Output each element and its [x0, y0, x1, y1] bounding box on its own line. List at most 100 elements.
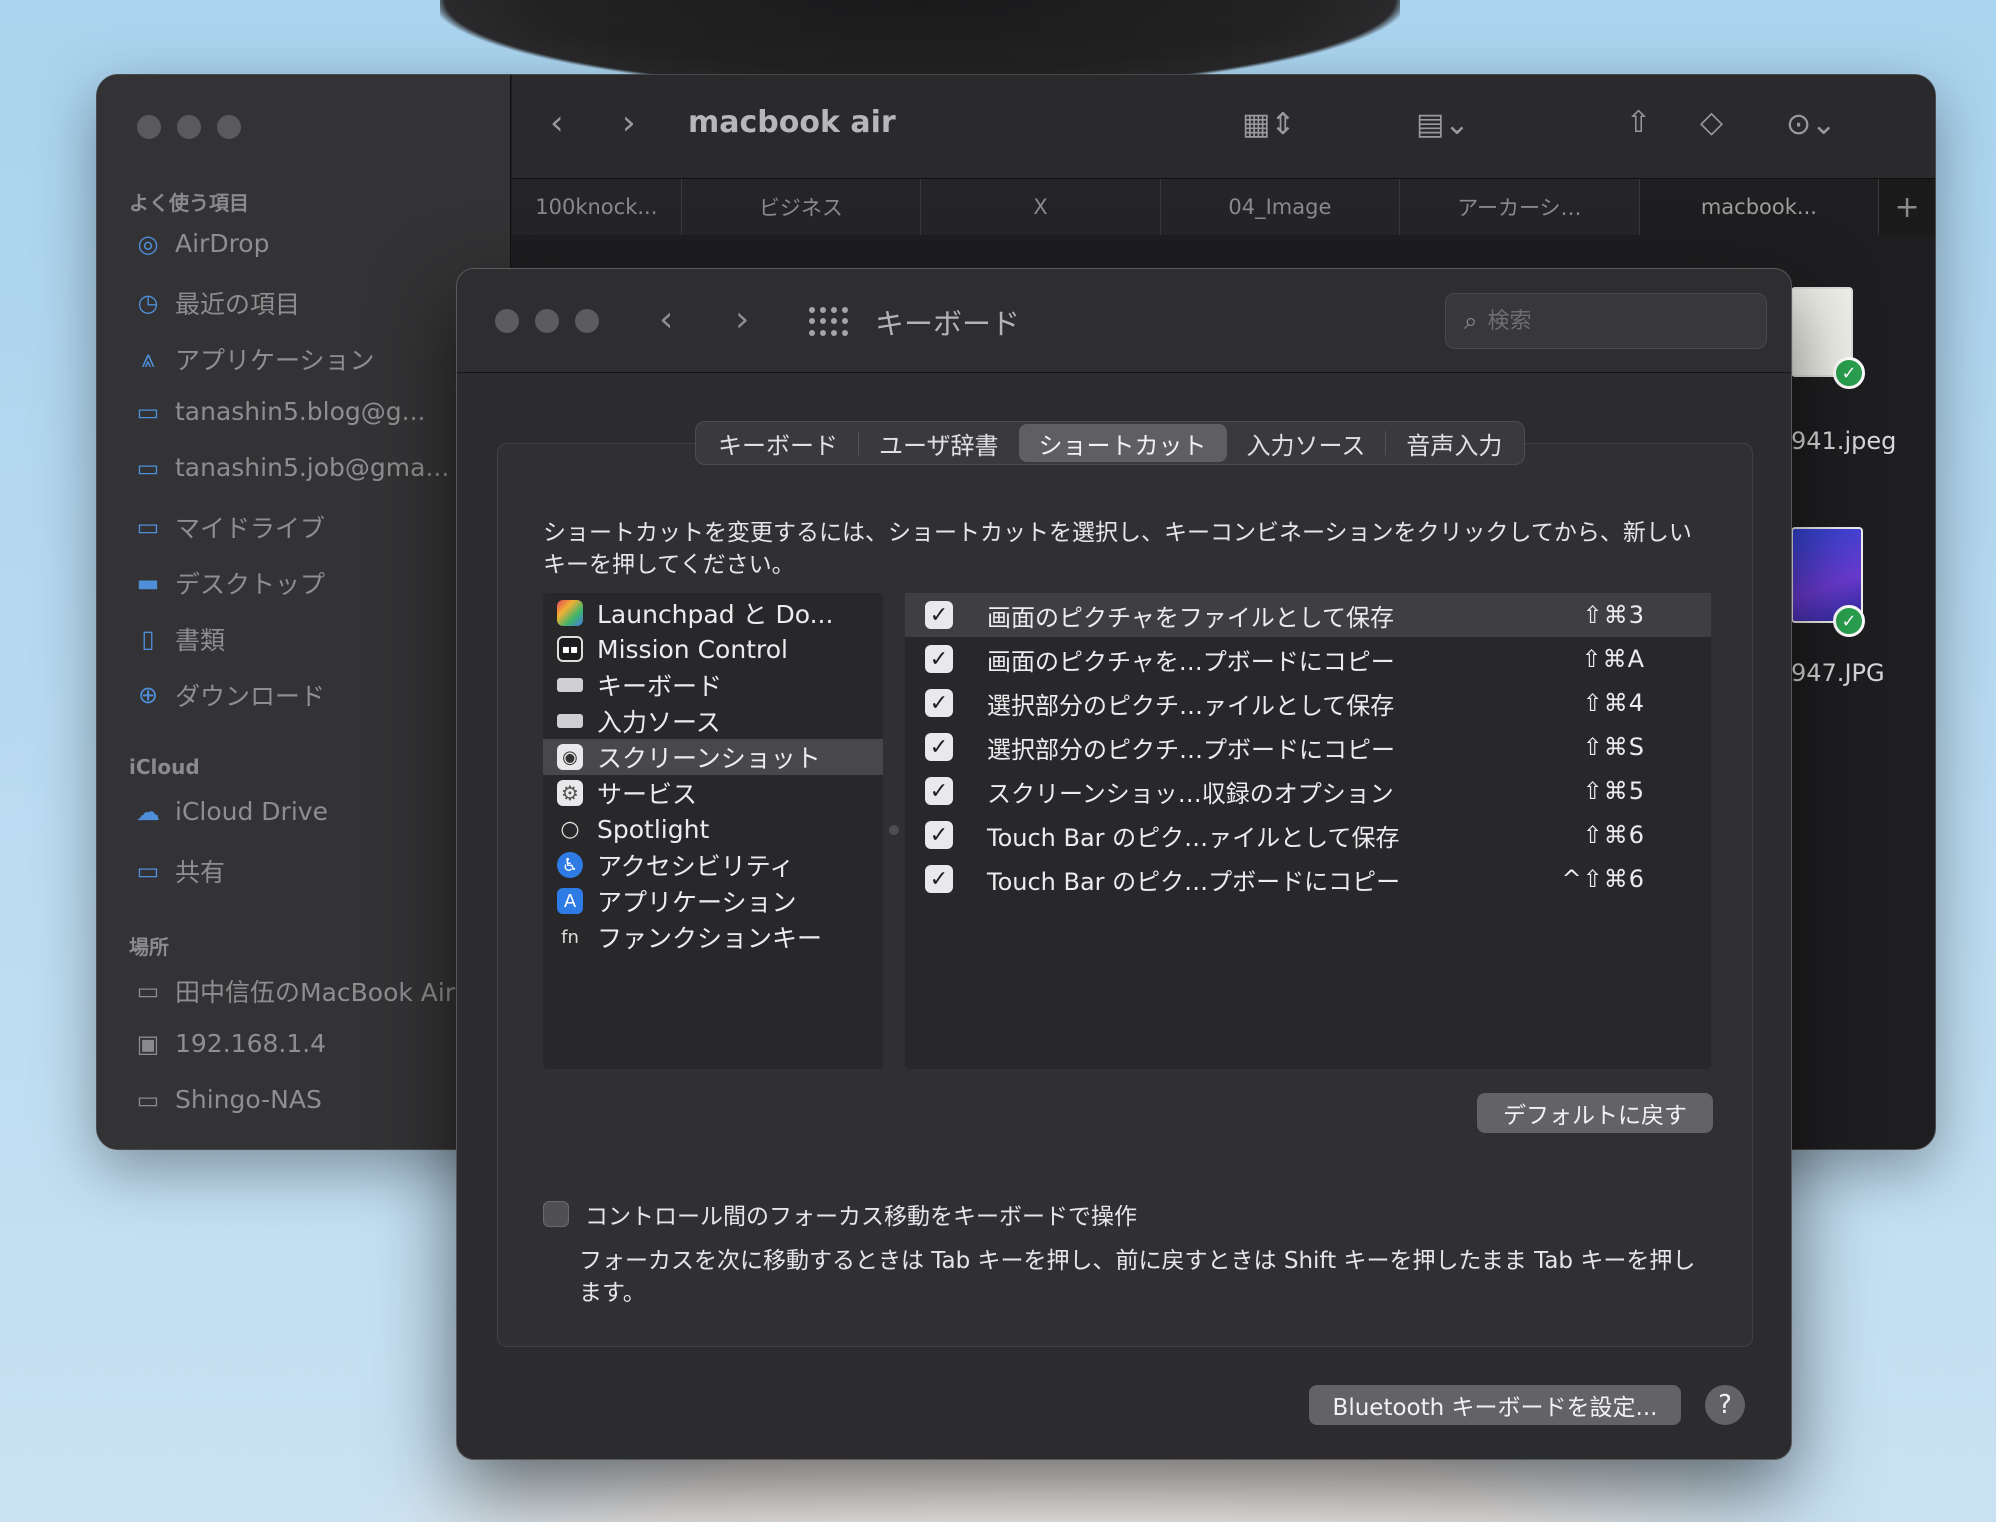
shortcut-name: 画面のピクチャをファイルとして保存: [987, 603, 1395, 632]
shortcut-row[interactable]: ✓ 画面のピクチャをファイルとして保存 ⇧⌘3: [905, 593, 1711, 637]
tab-dictation[interactable]: 音声入力: [1386, 424, 1522, 462]
finder-toolbar: ‹ › macbook air ▦⇕ ▤⌄ ⇧ ◇ ⊙⌄ ⌕: [512, 75, 1935, 179]
view-grid-icon[interactable]: ▦⇕: [1242, 107, 1295, 142]
category-services[interactable]: ⚙ サービス: [543, 775, 883, 811]
sidebar-item-my-drive[interactable]: ▭ マイドライブ: [133, 509, 503, 545]
sidebar-item-nas[interactable]: ▭ Shingo-NAS: [133, 1085, 503, 1114]
sidebar-item-desktop[interactable]: ▬ デスクトップ: [133, 565, 503, 601]
folder-icon: ▭: [136, 453, 160, 482]
file-name[interactable]: 947.JPG: [1791, 659, 1885, 687]
shortcut-row[interactable]: ✓ 選択部分のピクチ…プボードにコピー ⇧⌘S: [905, 725, 1711, 769]
shortcut-keys[interactable]: ⇧⌘3: [1583, 601, 1645, 629]
shortcut-checkbox[interactable]: ✓: [925, 865, 953, 893]
shortcut-keys[interactable]: ⇧⌘S: [1583, 733, 1645, 761]
category-label: キーボード: [597, 672, 723, 701]
finder-tab[interactable]: 04_Image: [1160, 179, 1401, 235]
back-button[interactable]: ‹: [550, 103, 564, 143]
sidebar-item-server[interactable]: ▣ 192.168.1.4 ⏏: [133, 1029, 503, 1058]
finder-tab[interactable]: X: [921, 179, 1161, 235]
sidebar-item-downloads[interactable]: ⊕ ダウンロード: [133, 677, 503, 713]
minimize-button[interactable]: [177, 115, 201, 139]
shortcut-checkbox[interactable]: ✓: [925, 777, 953, 805]
tab-keyboard[interactable]: キーボード: [698, 424, 858, 462]
shortcut-row[interactable]: ✓ Touch Bar のピク…プボードにコピー ^⇧⌘6: [905, 857, 1711, 901]
close-button[interactable]: [495, 309, 519, 333]
fn-icon: fn: [561, 926, 579, 948]
category-label: スクリーンショット: [597, 744, 821, 773]
download-icon: ⊕: [137, 681, 159, 709]
share-icon[interactable]: ⇧: [1626, 105, 1651, 140]
sidebar-item-documents[interactable]: ▯ 書類: [133, 621, 503, 657]
finder-tab-active[interactable]: macbook...: [1639, 179, 1880, 235]
category-input-sources[interactable]: 入力ソース: [543, 703, 883, 739]
close-button[interactable]: [137, 115, 161, 139]
category-keyboard[interactable]: キーボード: [543, 667, 883, 703]
shortcut-name: Touch Bar のピク…ァイルとして保存: [987, 823, 1400, 852]
back-button[interactable]: ‹: [659, 299, 673, 340]
shortcut-keys[interactable]: ⇧⌘4: [1583, 689, 1645, 717]
tab-user-dictionary[interactable]: ユーザ辞書: [859, 424, 1019, 462]
shortcut-keys[interactable]: ⇧⌘A: [1581, 645, 1645, 673]
forward-button[interactable]: ›: [735, 299, 749, 340]
file-name[interactable]: 941.jpeg: [1791, 427, 1896, 455]
category-launchpad[interactable]: Launchpad と Do...: [543, 595, 883, 631]
forward-button[interactable]: ›: [622, 103, 636, 143]
category-label: サービス: [597, 780, 698, 809]
list-splitter-handle[interactable]: [889, 825, 899, 835]
airdrop-icon: ◎: [137, 229, 159, 258]
category-mission-control[interactable]: ▪▪ Mission Control: [543, 631, 883, 667]
show-all-grid-icon[interactable]: [809, 307, 848, 337]
sidebar-item-shared[interactable]: ▭ 共有: [133, 853, 503, 889]
setup-bluetooth-keyboard-button[interactable]: Bluetooth キーボードを設定...: [1309, 1385, 1681, 1425]
finder-tab[interactable]: ビジネス: [681, 179, 922, 235]
tab-shortcuts[interactable]: ショートカット: [1018, 424, 1227, 462]
sidebar-item-icloud-drive[interactable]: ☁ iCloud Drive: [133, 797, 503, 826]
search-field[interactable]: ⌕: [1445, 293, 1767, 349]
category-spotlight[interactable]: ○ Spotlight: [543, 811, 883, 847]
finder-tab-bar: 100knock... ビジネス X 04_Image アーカーシ… macbo…: [512, 179, 1935, 235]
cloud-icon: ☁: [136, 797, 160, 826]
sidebar-item-macbook[interactable]: ▭ 田中信伍のMacBook Air: [133, 973, 503, 1009]
category-label: Mission Control: [597, 634, 788, 664]
sidebar-item-applications[interactable]: ⩓ アプリケーション: [133, 341, 503, 377]
category-screenshots[interactable]: ◉ スクリーンショット: [543, 739, 883, 775]
shortcut-keys[interactable]: ^⇧⌘6: [1562, 865, 1646, 893]
sidebar-item-label: 最近の項目: [175, 290, 301, 319]
shortcut-checkbox[interactable]: ✓: [925, 601, 953, 629]
keyboard-navigation-checkbox[interactable]: [543, 1201, 569, 1227]
sidebar-item-job-drive[interactable]: ▭ tanashin5.job@gma... ⏏: [133, 453, 503, 482]
sidebar-item-airdrop[interactable]: ◎ AirDrop: [133, 229, 503, 258]
shortcut-keys[interactable]: ⇧⌘5: [1583, 777, 1645, 805]
sidebar-item-label: 書類: [175, 626, 226, 655]
launchpad-icon: [557, 600, 583, 626]
shortcut-checkbox[interactable]: ✓: [925, 689, 953, 717]
shortcut-row[interactable]: ✓ Touch Bar のピク…ァイルとして保存 ⇧⌘6: [905, 813, 1711, 857]
help-button[interactable]: ?: [1705, 1385, 1745, 1425]
sidebar-item-recents[interactable]: ◷ 最近の項目: [133, 285, 503, 321]
more-actions-icon[interactable]: ⊙⌄: [1786, 107, 1836, 142]
category-app-shortcuts[interactable]: A アプリケーション: [543, 883, 883, 919]
minimize-button[interactable]: [535, 309, 559, 333]
shortcut-keys[interactable]: ⇧⌘6: [1583, 821, 1645, 849]
shortcut-row[interactable]: ✓ 選択部分のピクチ…ァイルとして保存 ⇧⌘4: [905, 681, 1711, 725]
shortcut-checkbox[interactable]: ✓: [925, 733, 953, 761]
tab-input-sources[interactable]: 入力ソース: [1227, 424, 1386, 462]
shortcut-row[interactable]: ✓ 画面のピクチャを…プボードにコピー ⇧⌘A: [905, 637, 1711, 681]
tag-icon[interactable]: ◇: [1700, 105, 1723, 140]
keyboard-navigation-label[interactable]: コントロール間のフォーカス移動をキーボードで操作: [585, 1197, 1137, 1231]
shortcut-checkbox[interactable]: ✓: [925, 821, 953, 849]
category-function-keys[interactable]: fn ファンクションキー: [543, 919, 883, 955]
sidebar-item-blog-drive[interactable]: ▭ tanashin5.blog@g... ⏏: [133, 397, 503, 426]
finder-tab[interactable]: アーカーシ…: [1400, 179, 1640, 235]
zoom-button[interactable]: [217, 115, 241, 139]
new-tab-button[interactable]: +: [1879, 179, 1935, 235]
restore-defaults-button[interactable]: デフォルトに戻す: [1477, 1093, 1713, 1133]
finder-tab[interactable]: 100knock...: [512, 179, 682, 235]
category-accessibility[interactable]: ♿ アクセシビリティ: [543, 847, 883, 883]
shortcut-checkbox[interactable]: ✓: [925, 645, 953, 673]
zoom-button[interactable]: [575, 309, 599, 333]
group-icon[interactable]: ▤⌄: [1416, 107, 1469, 142]
sync-check-icon: ✓: [1833, 605, 1865, 637]
search-input[interactable]: [1487, 308, 1728, 334]
shortcut-row[interactable]: ✓ スクリーンショッ…収録のオプション ⇧⌘5: [905, 769, 1711, 813]
